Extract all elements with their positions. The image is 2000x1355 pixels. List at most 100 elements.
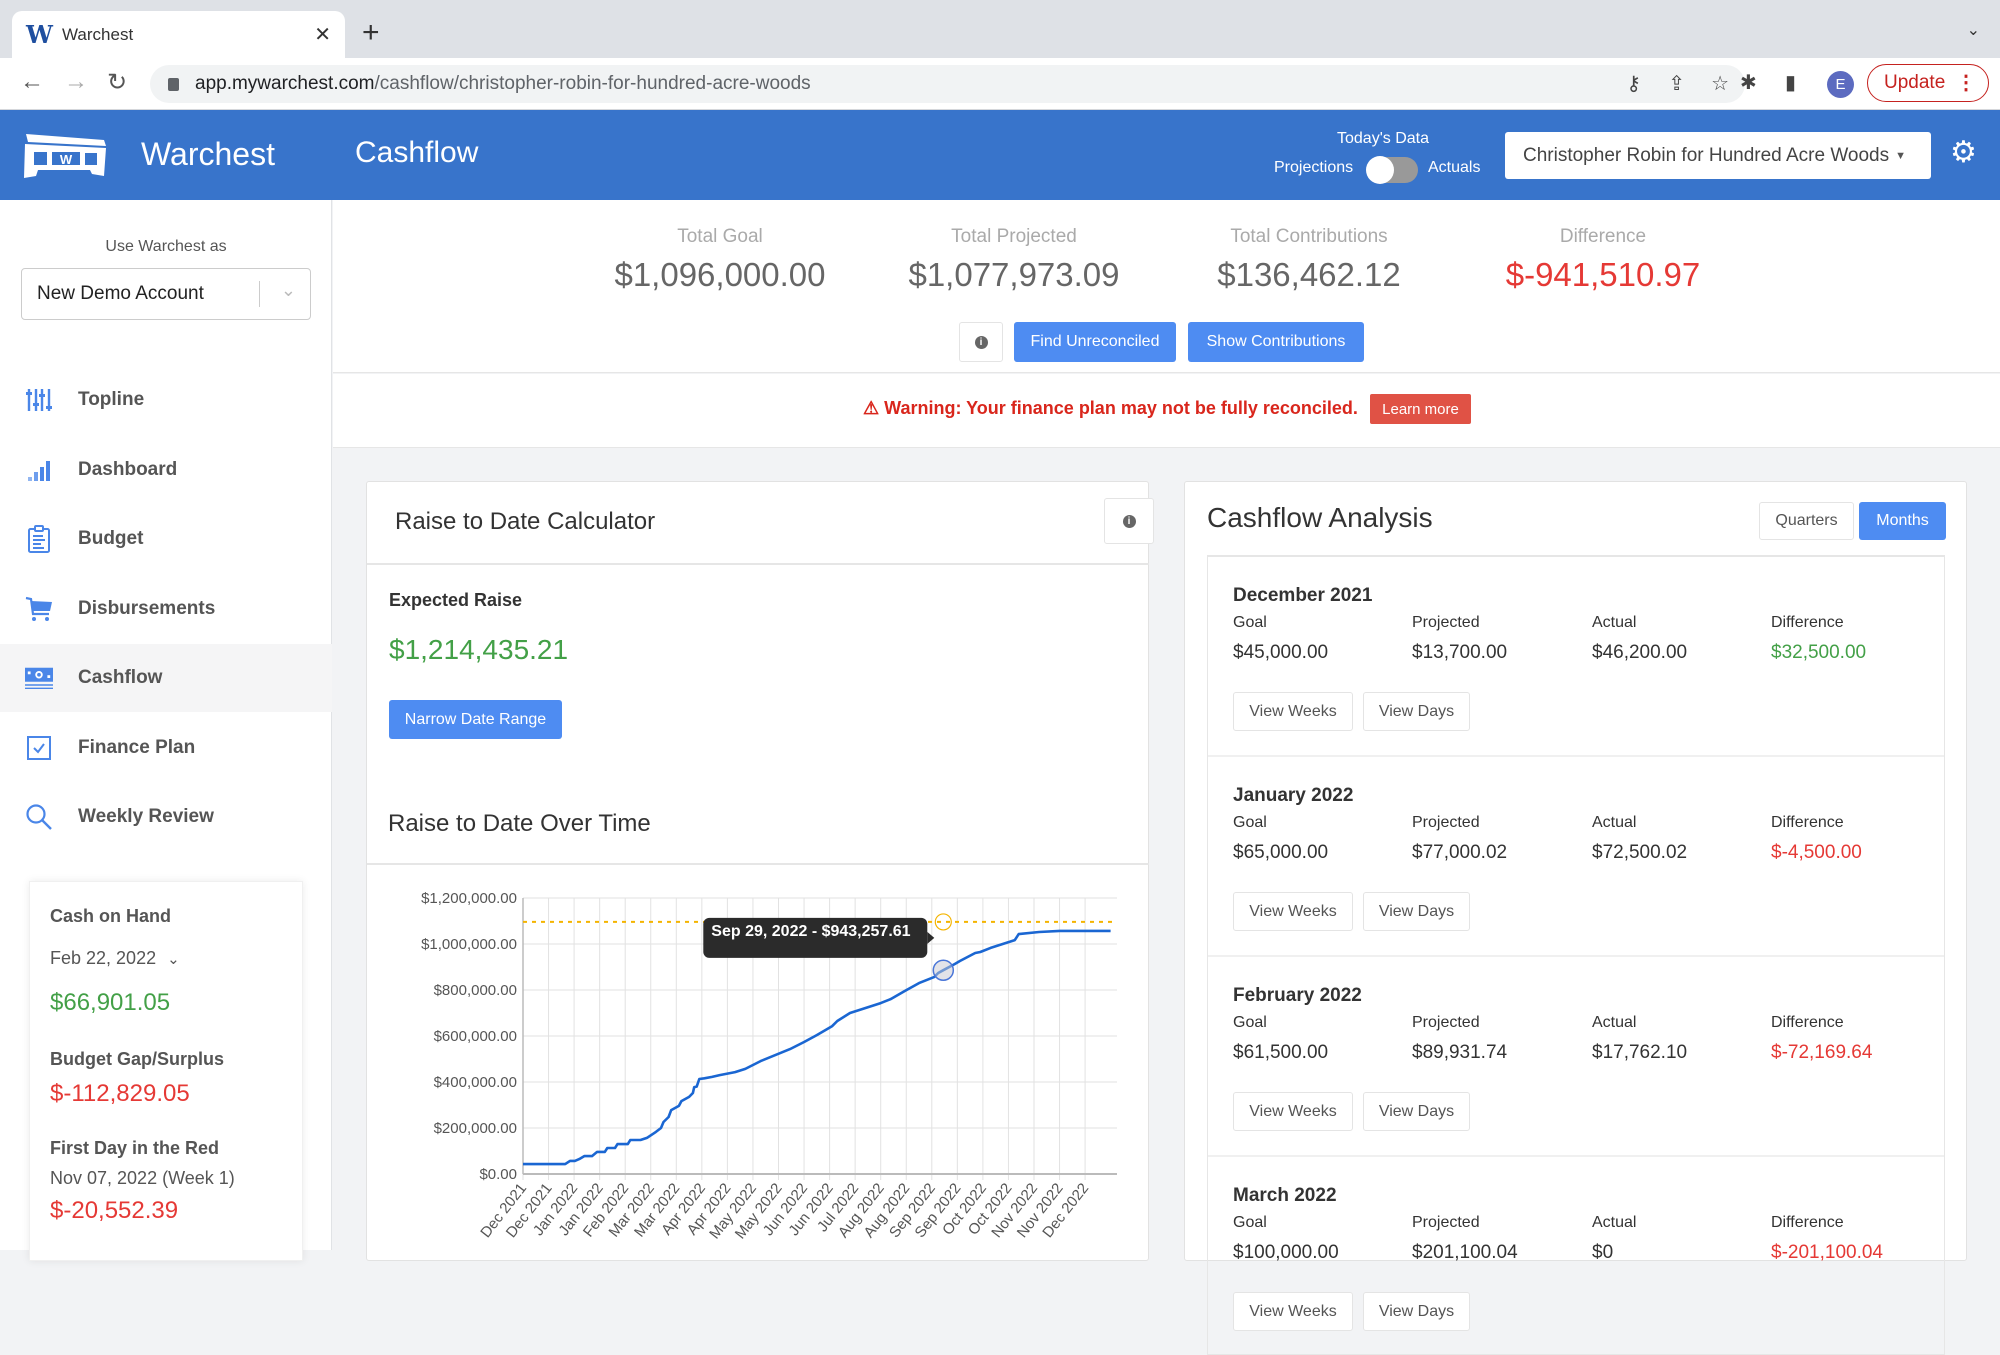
cash-on-hand-value: $66,901.05 xyxy=(50,989,171,1016)
gear-icon[interactable]: ⚙ xyxy=(1950,135,1977,170)
browser-tab[interactable]: W Warchest ✕ xyxy=(12,11,345,58)
stat-label: Total Projected xyxy=(951,226,1077,247)
sidebar-item-topline[interactable]: Topline xyxy=(0,366,332,434)
y-tick-label: $600,000.00 xyxy=(434,1028,517,1045)
expected-raise-label: Expected Raise xyxy=(389,590,523,610)
info-icon: i xyxy=(974,335,988,349)
goal-value: $100,000.00 xyxy=(1233,1242,1339,1263)
actual-value: $17,762.10 xyxy=(1592,1042,1688,1063)
cash-date-value: Feb 22, 2022 xyxy=(50,948,157,968)
projections-actuals-toggle[interactable] xyxy=(1366,156,1418,184)
campaign-select[interactable]: Christopher Robin for Hundred Acre Woods… xyxy=(1505,132,1931,179)
side-panel-icon[interactable]: ▮ xyxy=(1785,70,1796,95)
month-name: January 2022 xyxy=(1233,785,1354,806)
raise-to-date-chart[interactable]: $0.00 $200,000.00 $400,000.00 $600,000.00 $8… xyxy=(367,862,1150,1262)
view-days-button[interactable]: View Days xyxy=(1363,1292,1470,1331)
show-contributions-button[interactable]: Show Contributions xyxy=(1188,322,1364,362)
projected-column: Projected $89,931.74 xyxy=(1412,1014,1507,1064)
reconcile-warning: ⚠ Warning: Your finance plan may not be … xyxy=(863,398,1358,418)
toggle-knob xyxy=(1366,156,1394,184)
view-days-button[interactable]: View Days xyxy=(1363,1092,1470,1131)
projected-column: Projected $13,700.00 xyxy=(1412,614,1507,664)
brand-name[interactable]: Warchest xyxy=(141,136,275,173)
summary-bar: Total Goal $1,096,000.00 Total Projected… xyxy=(333,200,2000,373)
projected-value: $13,700.00 xyxy=(1412,642,1508,663)
tooltip-arrow xyxy=(927,931,935,944)
new-tab-icon[interactable]: + xyxy=(362,16,380,50)
account-select[interactable]: New Demo Account ⌄ xyxy=(21,268,311,320)
update-button[interactable]: Update ⋮ xyxy=(1867,64,1989,102)
narrow-date-range-button[interactable]: Narrow Date Range xyxy=(389,700,562,739)
profile-avatar[interactable]: E xyxy=(1827,71,1854,98)
key-icon[interactable]: ⚷ xyxy=(1626,71,1641,96)
view-weeks-button[interactable]: View Weeks xyxy=(1233,892,1353,931)
goal-label: Goal xyxy=(1233,1214,1267,1231)
reload-icon[interactable]: ↻ xyxy=(107,68,127,97)
sidebar-item-budget[interactable]: Budget xyxy=(0,505,332,573)
sidebar-item-label: Topline xyxy=(78,389,145,410)
sidebar-item-dashboard[interactable]: Dashboard xyxy=(0,436,332,504)
share-icon[interactable]: ⇪ xyxy=(1668,71,1685,96)
quarters-toggle[interactable]: Quarters xyxy=(1759,502,1854,540)
address-bar[interactable]: app.mywarchest.com/cashflow/christopher-… xyxy=(150,65,1745,103)
extensions-puzzle-icon[interactable]: ✱ xyxy=(1740,70,1757,95)
close-tab-icon[interactable]: ✕ xyxy=(314,22,331,47)
sidebar-item-cashflow[interactable]: Cashflow xyxy=(0,644,332,712)
expected-raise-value: $1,214,435.21 xyxy=(389,634,569,665)
learn-more-button[interactable]: Learn more xyxy=(1370,394,1471,424)
projected-value: $89,931.74 xyxy=(1412,1042,1508,1063)
stat-total-projected: Total Projected $1,077,973.09 xyxy=(884,226,1144,294)
months-list: December 2021 Goal $45,000.00 Projected $1… xyxy=(1207,555,1945,1355)
actual-value: $0 xyxy=(1592,1242,1614,1263)
view-weeks-button[interactable]: View Weeks xyxy=(1233,1092,1353,1131)
actual-value: $72,500.02 xyxy=(1592,842,1688,863)
view-weeks-button[interactable]: View Weeks xyxy=(1233,692,1353,731)
sidebar-item-label: Finance Plan xyxy=(78,737,196,758)
goal-value: $65,000.00 xyxy=(1233,842,1329,863)
summary-info-button[interactable]: i xyxy=(959,322,1003,362)
projected-column: Projected $201,100.04 xyxy=(1412,1214,1518,1264)
find-unreconciled-button[interactable]: Find Unreconciled xyxy=(1014,322,1176,362)
series-line xyxy=(523,929,1111,1166)
actual-label: Actual xyxy=(1592,814,1637,831)
actual-column: Actual $46,200.00 xyxy=(1592,614,1687,664)
clipboard-icon xyxy=(25,525,53,553)
sidebar-item-weekly-review[interactable]: Weekly Review xyxy=(0,783,332,851)
difference-column: Difference $32,500.00 xyxy=(1771,614,1866,664)
months-toggle[interactable]: Months xyxy=(1859,502,1946,540)
warchest-logo-icon[interactable]: W xyxy=(22,130,108,182)
first-red-date: Nov 07, 2022 (Week 1) xyxy=(50,1168,235,1188)
view-days-button[interactable]: View Days xyxy=(1363,892,1470,931)
forward-icon[interactable]: → xyxy=(64,68,88,96)
projected-label: Projected xyxy=(1412,1014,1480,1031)
kebab-menu-icon[interactable]: ⋮ xyxy=(1956,70,1976,95)
view-weeks-button[interactable]: View Weeks xyxy=(1233,1292,1353,1331)
tab-search-chevron-icon[interactable]: ⌄ xyxy=(1967,20,1980,40)
sidebar-item-finance-plan[interactable]: Finance Plan xyxy=(0,714,332,782)
stat-total-goal: Total Goal $1,096,000.00 xyxy=(590,226,850,294)
actual-column: Actual $0 xyxy=(1592,1214,1636,1264)
checkbox-icon xyxy=(25,734,53,762)
view-days-button[interactable]: View Days xyxy=(1363,692,1470,731)
projected-column: Projected $77,000.02 xyxy=(1412,814,1507,864)
y-tick-label: $400,000.00 xyxy=(434,1074,517,1091)
actual-label: Actual xyxy=(1592,614,1637,631)
cashflow-analysis-title: Cashflow Analysis xyxy=(1207,502,1433,533)
stat-label: Total Contributions xyxy=(1230,226,1388,247)
sidebar-item-disbursements[interactable]: Disbursements xyxy=(0,575,332,643)
page-title: Cashflow xyxy=(355,136,479,169)
back-icon[interactable]: ← xyxy=(20,68,44,96)
bookmark-star-icon[interactable]: ☆ xyxy=(1711,71,1729,96)
app-header: W Warchest Cashflow Today's Data Project… xyxy=(0,110,2000,200)
divider xyxy=(367,563,1149,565)
todays-data-label: Today's Data xyxy=(1337,130,1429,147)
cash-date-select[interactable]: Feb 22, 2022 ⌄ xyxy=(50,948,180,969)
goal-label: Goal xyxy=(1233,1014,1267,1031)
raise-info-button[interactable]: i xyxy=(1104,498,1154,544)
caret-down-icon: ▼ xyxy=(1895,149,1907,162)
y-tick-label: $1,200,000.00 xyxy=(421,890,517,907)
month-name: December 2021 xyxy=(1233,585,1373,606)
sidebar-item-label: Budget xyxy=(78,528,144,549)
difference-column: Difference $-72,169.64 xyxy=(1771,1014,1872,1064)
projected-label: Projected xyxy=(1412,814,1480,831)
